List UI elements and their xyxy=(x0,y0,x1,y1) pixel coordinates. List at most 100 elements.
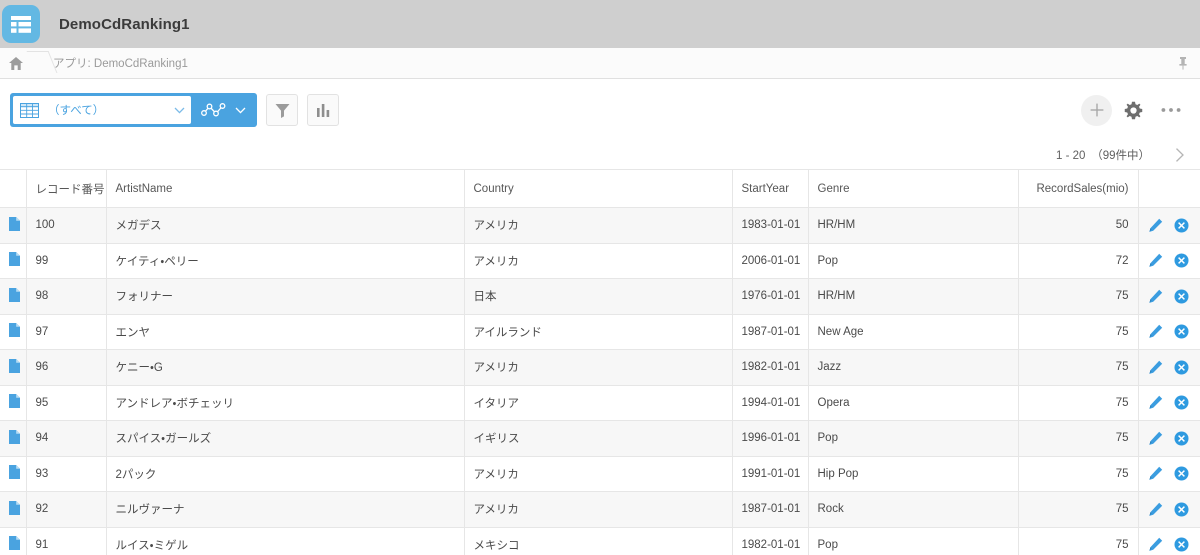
delete-record-button[interactable] xyxy=(1174,253,1189,268)
row-document-cell[interactable] xyxy=(0,242,27,279)
document-icon-button[interactable] xyxy=(9,252,20,267)
cell-artist-name: アンドレア・ボチェッリ xyxy=(106,384,465,421)
more-options-button[interactable] xyxy=(1154,95,1188,126)
document-icon-button[interactable] xyxy=(9,287,20,302)
pin-icon[interactable] xyxy=(1175,55,1191,71)
document-icon-button[interactable] xyxy=(9,465,20,480)
cell-record-number: 97 xyxy=(26,313,107,350)
table-row[interactable]: 100 メガデス アメリカ 1983-01-01 HR/HM 50 xyxy=(0,207,1200,244)
cell-actions xyxy=(1138,313,1200,350)
table-row[interactable]: 97 エンヤ アイルランド 1987-01-01 New Age 75 xyxy=(0,313,1200,350)
edit-record-button[interactable] xyxy=(1148,466,1163,481)
cell-start-year: 1987-01-01 xyxy=(732,491,809,528)
home-icon[interactable] xyxy=(3,56,29,70)
row-document-cell[interactable] xyxy=(0,526,27,555)
cell-record-number: 99 xyxy=(26,242,107,279)
document-icon-button[interactable] xyxy=(9,429,20,444)
table-row[interactable]: 95 アンドレア・ボチェッリ イタリア 1994-01-01 Opera 75 xyxy=(0,384,1200,421)
edit-record-button[interactable] xyxy=(1148,502,1163,517)
cell-actions xyxy=(1138,384,1200,421)
cell-country: 日本 xyxy=(464,278,733,315)
delete-record-button[interactable] xyxy=(1174,289,1189,304)
row-document-cell[interactable] xyxy=(0,491,27,528)
delete-record-button[interactable] xyxy=(1174,395,1189,410)
row-document-cell[interactable] xyxy=(0,278,27,315)
row-document-cell[interactable] xyxy=(0,384,27,421)
edit-record-button[interactable] xyxy=(1148,324,1163,339)
cell-record-sales: 75 xyxy=(1018,384,1139,421)
row-document-cell[interactable] xyxy=(0,420,27,457)
document-icon-button[interactable] xyxy=(9,394,20,409)
column-header-record-sales[interactable]: RecordSales(mio) xyxy=(1018,169,1139,208)
cell-actions xyxy=(1138,455,1200,492)
cell-start-year: 1976-01-01 xyxy=(732,278,809,315)
document-icon-button[interactable] xyxy=(9,323,20,338)
chart-button[interactable] xyxy=(307,94,339,126)
edit-record-button[interactable] xyxy=(1148,537,1163,552)
document-icon-button[interactable] xyxy=(9,500,20,515)
delete-record-button[interactable] xyxy=(1174,537,1189,552)
cell-record-sales: 75 xyxy=(1018,278,1139,315)
document-icon-button[interactable] xyxy=(9,358,20,373)
cell-start-year: 1983-01-01 xyxy=(732,207,809,244)
column-header-doc xyxy=(0,169,27,208)
edit-record-button[interactable] xyxy=(1148,431,1163,446)
settings-button[interactable] xyxy=(1116,95,1150,126)
cell-start-year: 1982-01-01 xyxy=(732,349,809,386)
add-record-button[interactable] xyxy=(1081,94,1112,126)
edit-record-button[interactable] xyxy=(1148,289,1163,304)
table-app-icon[interactable] xyxy=(2,5,40,43)
table-row[interactable]: 92 ニルヴァーナ アメリカ 1987-01-01 Rock 75 xyxy=(0,491,1200,528)
document-icon-button[interactable] xyxy=(9,536,20,551)
document-icon-button[interactable] xyxy=(9,216,20,231)
filter-button[interactable] xyxy=(266,94,298,126)
column-header-artist-name[interactable]: ArtistName xyxy=(106,169,465,208)
table-row[interactable]: 99 ケイティ・ペリー アメリカ 2006-01-01 Pop 72 xyxy=(0,242,1200,279)
pin-icon-glyph xyxy=(1179,57,1187,70)
table-row[interactable]: 93 2パック アメリカ 1991-01-01 Hip Pop 75 xyxy=(0,455,1200,492)
table-row[interactable]: 98 フォリナー 日本 1976-01-01 HR/HM 75 xyxy=(0,278,1200,315)
column-header-country[interactable]: Country xyxy=(464,169,733,208)
cell-record-sales: 75 xyxy=(1018,313,1139,350)
row-document-cell[interactable] xyxy=(0,455,27,492)
table-row[interactable]: 94 スパイス・ガールズ イギリス 1996-01-01 Pop 75 xyxy=(0,420,1200,457)
table-row[interactable]: 96 ケニー・G アメリカ 1982-01-01 Jazz 75 xyxy=(0,349,1200,386)
delete-circle-icon xyxy=(1174,395,1188,410)
cell-artist-name: スパイス・ガールズ xyxy=(106,420,465,457)
edit-record-button[interactable] xyxy=(1148,218,1163,233)
column-header-start-year[interactable]: StartYear xyxy=(732,169,809,208)
delete-record-button[interactable] xyxy=(1174,502,1189,517)
view-selector[interactable]: （すべて） xyxy=(13,96,191,124)
breadcrumb-label[interactable]: アプリ: DemoCdRanking1 xyxy=(53,55,188,71)
pencil-edit-icon xyxy=(1148,467,1162,481)
cell-artist-name: エンヤ xyxy=(106,313,465,350)
column-header-record-number[interactable]: レコード番号 xyxy=(26,169,107,208)
row-document-cell[interactable] xyxy=(0,207,27,244)
row-document-cell[interactable] xyxy=(0,313,27,350)
cell-start-year: 2006-01-01 xyxy=(732,242,809,279)
table-row[interactable]: 91 ルイス・ミゲル メキシコ 1982-01-01 Pop 75 xyxy=(0,526,1200,555)
cell-genre: HR/HM xyxy=(808,278,1019,315)
delete-record-button[interactable] xyxy=(1174,431,1189,446)
cell-country: アメリカ xyxy=(464,349,733,386)
cell-country: アメリカ xyxy=(464,207,733,244)
graph-view-button[interactable] xyxy=(191,96,254,124)
bar-chart-icon xyxy=(316,103,329,117)
next-page-button[interactable] xyxy=(1174,147,1186,163)
cell-country: アメリカ xyxy=(464,242,733,279)
edit-record-button[interactable] xyxy=(1148,253,1163,268)
delete-record-button[interactable] xyxy=(1174,360,1189,375)
cell-actions xyxy=(1138,207,1200,244)
edit-record-button[interactable] xyxy=(1148,360,1163,375)
pagination-range: 1 - 20 （99件中） xyxy=(1056,150,1150,162)
delete-record-button[interactable] xyxy=(1174,466,1189,481)
app-header: DemoCdRanking1 xyxy=(0,0,1200,48)
row-document-cell[interactable] xyxy=(0,349,27,386)
cell-start-year: 1982-01-01 xyxy=(732,526,809,555)
delete-record-button[interactable] xyxy=(1174,324,1189,339)
delete-record-button[interactable] xyxy=(1174,218,1189,233)
cell-artist-name: フォリナー xyxy=(106,278,465,315)
edit-record-button[interactable] xyxy=(1148,395,1163,410)
column-header-genre[interactable]: Genre xyxy=(808,169,1019,208)
cell-artist-name: ニルヴァーナ xyxy=(106,491,465,528)
